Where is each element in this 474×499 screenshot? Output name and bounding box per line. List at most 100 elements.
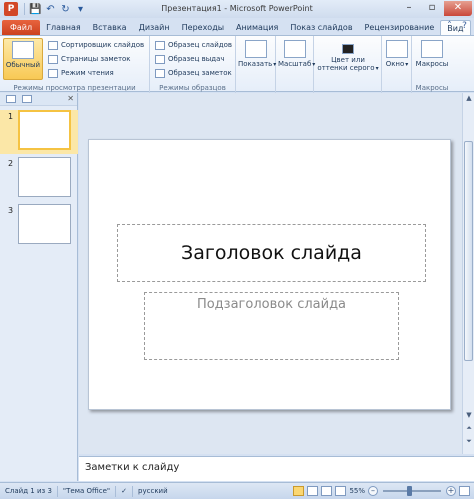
reading-view-icon: [48, 68, 58, 78]
minimize-icon[interactable]: –: [398, 1, 420, 16]
vertical-scrollbar[interactable]: ▲ ▼ ⏶ ⏷: [462, 93, 474, 454]
group-master-views: Образец слайдов Образец выдач Образец за…: [150, 36, 236, 93]
show-checkbox-icon: [245, 40, 267, 58]
handout-master-icon: [155, 54, 165, 64]
slide-thumbnail-row[interactable]: 2: [0, 157, 78, 201]
group-label-presentation-views: Режимы просмотра презентации: [13, 84, 136, 92]
customize-qat-chevron-icon[interactable]: ▾: [74, 3, 87, 16]
tab-design[interactable]: Дизайн: [133, 20, 176, 36]
zoom-out-icon[interactable]: –: [368, 486, 378, 496]
zoom-percent[interactable]: 55%: [349, 487, 365, 495]
slide-thumbnail[interactable]: [18, 204, 71, 244]
tab-transitions[interactable]: Переходы: [176, 20, 230, 36]
slide-thumbnail[interactable]: [18, 110, 71, 150]
slide-thumbnail-row[interactable]: 1: [0, 110, 78, 154]
slide-thumbnail-number: 1: [8, 112, 14, 121]
slide-sorter-label: Сортировщик слайдов: [61, 41, 145, 49]
color-label-line1: Цвет или: [331, 56, 365, 64]
tab-insert[interactable]: Вставка: [87, 20, 133, 36]
macros-button[interactable]: Макросы: [414, 38, 450, 68]
magnifier-icon: [284, 40, 306, 58]
notes-master-button[interactable]: Образец заметок: [155, 67, 232, 79]
group-zoom: Масштаб: [276, 36, 315, 93]
help-icon[interactable]: ?: [459, 21, 470, 32]
ribbon-view: Обычный Сортировщик слайдов Страницы зам…: [0, 35, 474, 93]
zoom-slider-knob[interactable]: [407, 486, 412, 496]
slide-master-label: Образец слайдов: [168, 41, 232, 49]
color-label-line2: оттенки серого: [316, 64, 380, 73]
slide-thumbnail-row[interactable]: 3: [0, 204, 78, 248]
close-icon[interactable]: ✕: [444, 1, 472, 16]
zoom-slider[interactable]: [383, 486, 441, 496]
next-slide-icon[interactable]: ⏷: [463, 436, 474, 447]
window-controls: – ▫ ✕: [398, 1, 472, 16]
qat-separator: [24, 3, 25, 15]
previous-slide-icon[interactable]: ⏶: [463, 423, 474, 434]
tab-home[interactable]: Главная: [40, 20, 87, 36]
language-status[interactable]: русский: [133, 486, 173, 497]
slide-thumbnail[interactable]: [18, 157, 71, 197]
normal-view-status-icon[interactable]: [293, 486, 305, 496]
color-swatch-icon: [342, 44, 354, 54]
slide-sorter-icon: [48, 40, 58, 50]
powerpoint-app-icon[interactable]: P: [4, 2, 18, 16]
slides-pane-tabs: ✕: [0, 93, 77, 106]
slide-master-button[interactable]: Образец слайдов: [155, 39, 232, 51]
scrollbar-thumb[interactable]: [464, 141, 473, 361]
minimize-ribbon-icon[interactable]: ˄: [444, 21, 455, 32]
normal-view-button[interactable]: Обычный: [3, 38, 43, 80]
redo-icon[interactable]: ↻: [59, 3, 72, 16]
slides-pane: ✕ 1 2 3: [0, 93, 78, 481]
fit-to-window-icon[interactable]: [459, 486, 470, 496]
notes-placeholder: Заметки к слайду: [85, 462, 180, 473]
slide-sorter-status-icon[interactable]: [307, 486, 319, 496]
show-button[interactable]: Показать: [238, 38, 276, 69]
slide-sorter-button[interactable]: Сортировщик слайдов: [48, 39, 144, 51]
pane-close-icon[interactable]: ✕: [67, 94, 74, 103]
reading-view-status-icon[interactable]: [321, 486, 333, 496]
slide-editor: Заголовок слайда Подзаголовок слайда: [79, 93, 462, 454]
reading-view-label: Режим чтения: [61, 69, 114, 77]
scroll-up-icon[interactable]: ▲: [463, 93, 474, 104]
undo-icon[interactable]: ↶: [44, 3, 57, 16]
reading-view-button[interactable]: Режим чтения: [48, 67, 114, 79]
notes-master-label: Образец заметок: [168, 69, 232, 77]
color-grayscale-button[interactable]: Цвет или оттенки серого: [316, 38, 380, 73]
handout-master-label: Образец выдач: [168, 55, 225, 63]
tab-slide-show[interactable]: Показ слайдов: [284, 20, 358, 36]
group-macros: Макросы Макросы: [412, 36, 452, 93]
notes-page-button[interactable]: Страницы заметок: [48, 53, 131, 65]
group-label-master-views: Режимы образцов: [159, 84, 226, 92]
group-presentation-views: Обычный Сортировщик слайдов Страницы зам…: [0, 36, 150, 93]
zoom-label: Масштаб: [278, 60, 315, 68]
notes-page-label: Страницы заметок: [61, 55, 131, 63]
handout-master-button[interactable]: Образец выдач: [155, 53, 225, 65]
zoom-button[interactable]: Масштаб: [278, 38, 315, 69]
window-button[interactable]: Окно: [383, 38, 411, 69]
spellcheck-icon[interactable]: ✓: [116, 485, 134, 497]
tabs-right-controls: ˄ ?: [444, 21, 470, 32]
tab-review[interactable]: Рецензирование: [359, 20, 441, 36]
subtitle-placeholder[interactable]: Подзаголовок слайда: [144, 292, 399, 360]
notes-page-icon: [48, 54, 58, 64]
slide-master-icon: [155, 40, 165, 50]
slides-tab-icon[interactable]: [6, 95, 16, 103]
ribbon-tabs: Файл Главная Вставка Дизайн Переходы Ани…: [0, 18, 474, 36]
slide-show-status-icon[interactable]: [335, 486, 347, 496]
maximize-icon[interactable]: ▫: [421, 1, 443, 16]
notes-pane[interactable]: Заметки к слайду: [79, 456, 474, 481]
save-icon[interactable]: 💾: [29, 3, 42, 16]
normal-view-icon: [12, 41, 34, 59]
status-right-controls: 55% – +: [293, 486, 470, 496]
scroll-down-icon[interactable]: ▼: [463, 410, 474, 421]
outline-tab-icon[interactable]: [22, 95, 32, 103]
status-bar: Слайд 1 из 3 "Тема Office" ✓ русский 55%…: [0, 482, 474, 499]
zoom-in-icon[interactable]: +: [446, 486, 456, 496]
slide-canvas[interactable]: Заголовок слайда Подзаголовок слайда: [88, 139, 451, 410]
title-bar: P 💾 ↶ ↻ ▾ Презентация1 - Microsoft Power…: [0, 0, 474, 18]
title-placeholder[interactable]: Заголовок слайда: [117, 224, 426, 282]
tab-file[interactable]: Файл: [2, 20, 41, 36]
tab-animations[interactable]: Анимация: [230, 20, 284, 36]
window-icon: [386, 40, 408, 58]
theme-status: "Тема Office": [58, 485, 117, 497]
